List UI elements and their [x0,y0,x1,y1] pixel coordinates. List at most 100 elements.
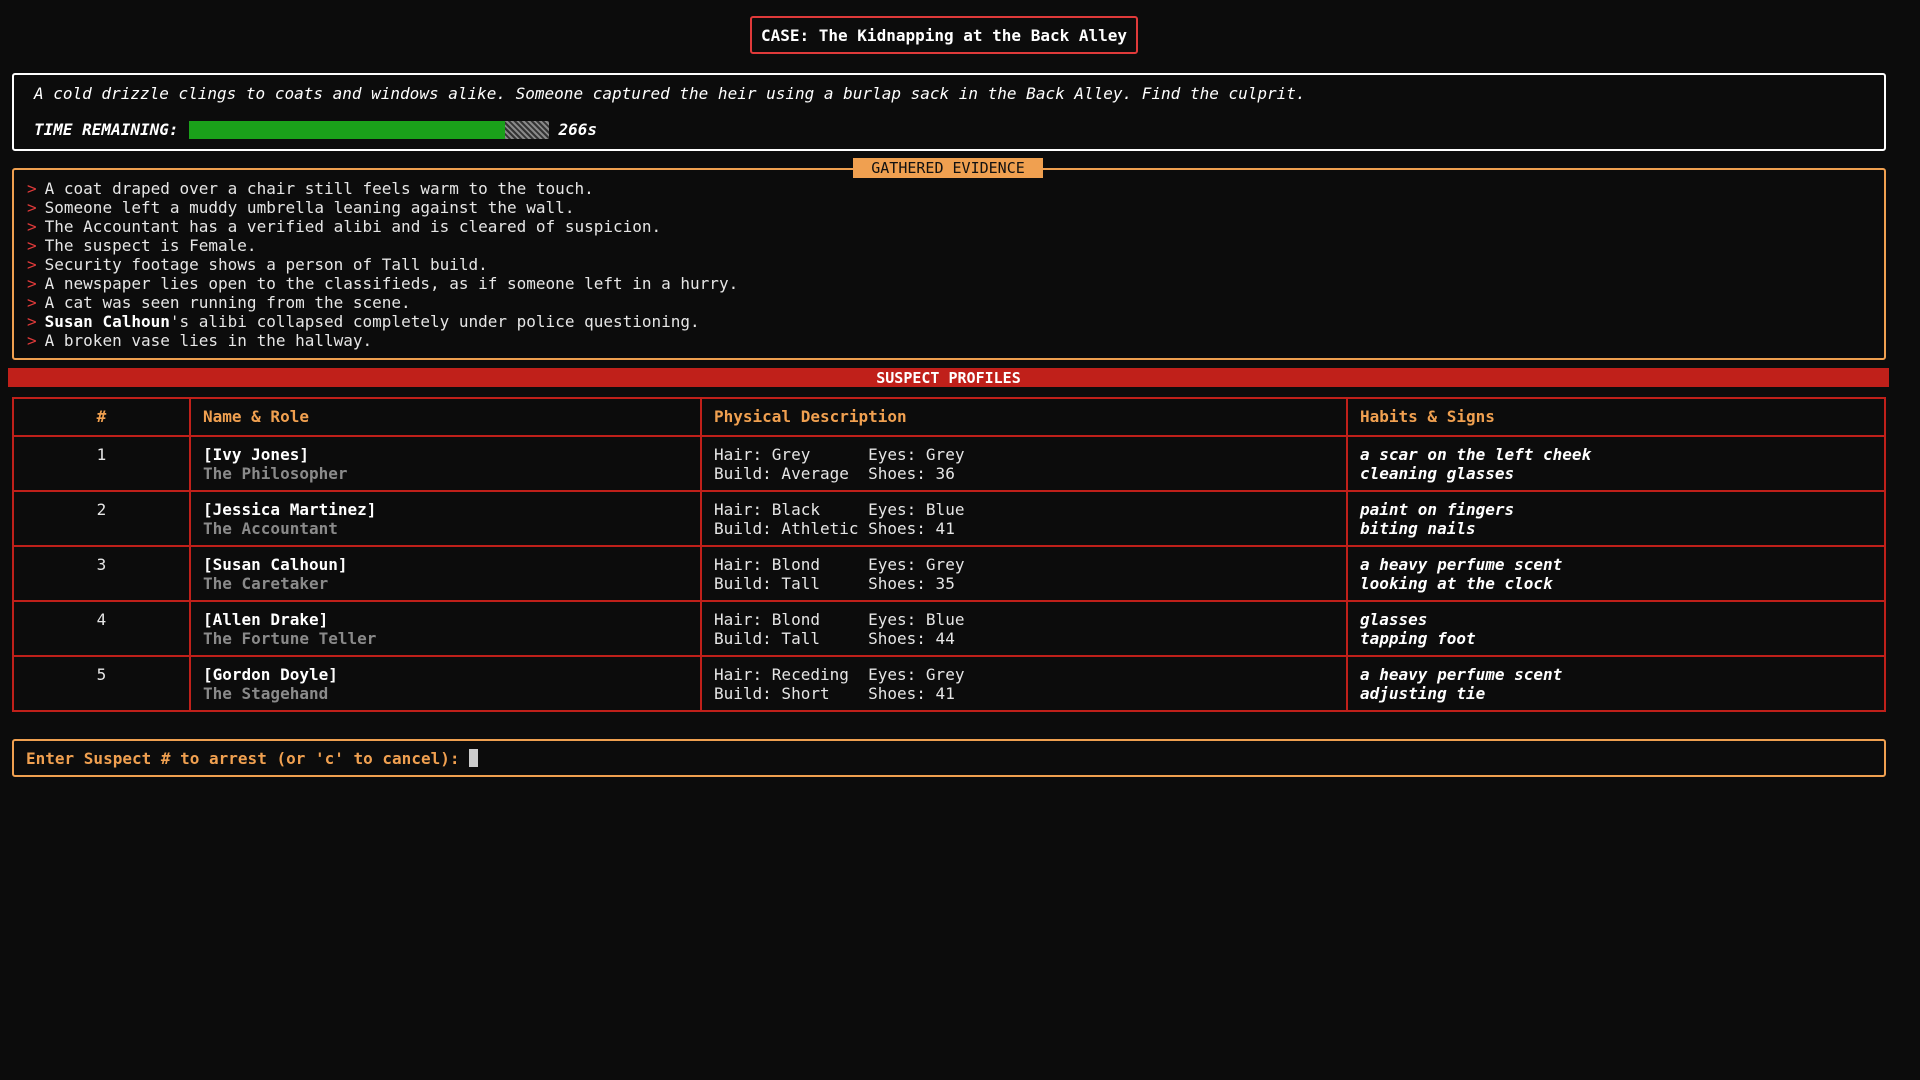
physical-line: Hair: Receding Eyes: Grey [714,665,965,684]
suspect-role: The Accountant [203,519,338,538]
physical-line: Build: Average Shoes: 36 [714,464,955,483]
table-row[interactable]: 5 [Gordon Doyle] The Stagehand Hair: Recedi… [12,655,1886,712]
suspect-habits-cell: a heavy perfume scent adjusting tie [1346,655,1886,712]
suspect-habits-cell: a scar on the left cheek cleaning glasses [1346,435,1886,492]
suspect-table: # Name & Role Physical Description Habit… [12,397,1886,712]
suspect-role: The Fortune Teller [203,629,377,648]
suspect-physical-cell: Hair: Grey Eyes: Grey Build: Average Shoe… [700,435,1348,492]
physical-line: Build: Tall Shoes: 44 [714,629,955,648]
column-header-number: # [12,397,191,437]
physical-line: Hair: Grey Eyes: Grey [714,445,965,464]
evidence-text: The suspect is Female. [44,236,257,255]
evidence-list: > A coat draped over a chair still feels … [27,179,738,350]
habit-line: adjusting tie [1360,684,1486,703]
evidence-item: > A cat was seen running from the scene. [27,293,738,312]
habit-line: a heavy perfume scent [1360,555,1563,574]
suspect-physical-cell: Hair: Blond Eyes: Grey Build: Tall Shoes:… [700,545,1348,602]
suspect-name-cell: [Allen Drake] The Fortune Teller [189,600,702,657]
evidence-text: 's alibi collapsed completely under poli… [169,312,700,331]
timer-label: TIME REMAINING: [34,120,179,139]
arrest-prompt[interactable]: Enter Suspect # to arrest (or 'c' to can… [12,739,1886,777]
evidence-item: > The suspect is Female. [27,236,738,255]
evidence-marker: > [27,274,37,293]
habit-line: paint on fingers [1360,500,1515,519]
table-row[interactable]: 4 [Allen Drake] The Fortune Teller Hair: Bl… [12,600,1886,657]
suspect-name: [Gordon Doyle] [203,665,338,684]
suspect-physical-cell: Hair: Blond Eyes: Blue Build: Tall Shoes:… [700,600,1348,657]
suspect-number: 5 [12,655,191,712]
suspect-habits-cell: glasses tapping foot [1346,600,1886,657]
suspect-role: The Caretaker [203,574,329,593]
evidence-item: > Someone left a muddy umbrella leaning a… [27,198,738,217]
table-row[interactable]: 2 [Jessica Martinez] The Accountant Hair: B… [12,490,1886,547]
suspect-name-cell: [Gordon Doyle] The Stagehand [189,655,702,712]
timer-value: 266s [558,120,598,139]
evidence-marker: > [27,312,37,331]
column-header-habits: Habits & Signs [1346,397,1886,437]
evidence-text: A newspaper lies open to the classifieds… [44,274,739,293]
suspect-number: 2 [12,490,191,547]
evidence-item: > A broken vase lies in the hallway. [27,331,738,350]
evidence-highlight: Susan Calhoun [44,312,170,331]
evidence-marker: > [27,236,37,255]
suspect-physical-cell: Hair: Black Eyes: Blue Build: Athletic Sh… [700,490,1348,547]
physical-line: Build: Short Shoes: 41 [714,684,955,703]
evidence-text: Someone left a muddy umbrella leaning ag… [44,198,575,217]
suspect-number: 4 [12,600,191,657]
suspect-name: [Allen Drake] [203,610,329,629]
suspect-name-cell: [Jessica Martinez] The Accountant [189,490,702,547]
evidence-item: > The Accountant has a verified alibi and… [27,217,738,236]
evidence-item: > A coat draped over a chair still feels … [27,179,738,198]
table-row[interactable]: 1 [Ivy Jones] The Philosopher Hair: Grey Ey… [12,435,1886,492]
evidence-text: A broken vase lies in the hallway. [44,331,373,350]
evidence-item: > Security footage shows a person of Tall… [27,255,738,274]
evidence-marker: > [27,331,37,350]
evidence-item: > Susan Calhoun's alibi collapsed complet… [27,312,738,331]
arrest-prompt-text: Enter Suspect # to arrest (or 'c' to can… [26,748,460,768]
evidence-text: A coat draped over a chair still feels w… [44,179,594,198]
evidence-marker: > [27,293,37,312]
column-header-name-role: Name & Role [189,397,702,437]
table-header-row: # Name & Role Physical Description Habit… [12,397,1886,437]
habit-line: cleaning glasses [1360,464,1515,483]
evidence-marker: > [27,255,37,274]
evidence-marker: > [27,217,37,236]
physical-line: Hair: Black Eyes: Blue [714,500,965,519]
suspect-profiles-header: SUSPECT PROFILES [8,368,1889,387]
suspect-habits-cell: paint on fingers biting nails [1346,490,1886,547]
evidence-title: GATHERED EVIDENCE [853,158,1043,178]
habit-line: biting nails [1360,519,1476,538]
evidence-item: > A newspaper lies open to the classified… [27,274,738,293]
evidence-text: The Accountant has a verified alibi and … [44,217,662,236]
text-cursor [469,749,479,767]
suspect-role: The Philosopher [203,464,348,483]
suspect-physical-cell: Hair: Receding Eyes: Grey Build: Short Sh… [700,655,1348,712]
suspect-name: [Ivy Jones] [203,445,309,464]
evidence-text: A cat was seen running from the scene. [44,293,411,312]
suspect-name: [Susan Calhoun] [203,555,348,574]
evidence-marker: > [27,198,37,217]
terminal-window: CASE: The Kidnapping at the Back Alley A… [0,0,1920,1080]
suspect-number: 1 [12,435,191,492]
evidence-marker: > [27,179,37,198]
habit-line: tapping foot [1360,629,1476,648]
timer-progress-fill [188,120,506,139]
habit-line: a scar on the left cheek [1360,445,1592,464]
evidence-text: Security footage shows a person of Tall … [44,255,488,274]
suspect-name-cell: [Susan Calhoun] The Caretaker [189,545,702,602]
timer-progress-bar [188,120,549,139]
timer-row: TIME REMAINING: 266s [34,120,597,139]
habit-line: a heavy perfume scent [1360,665,1563,684]
suspect-name: [Jessica Martinez] [203,500,377,519]
physical-line: Build: Athletic Shoes: 41 [714,519,955,538]
intro-panel: A cold drizzle clings to coats and windo… [12,73,1886,151]
table-row[interactable]: 3 [Susan Calhoun] The Caretaker Hair: Blond… [12,545,1886,602]
intro-text: A cold drizzle clings to coats and windo… [34,84,1306,103]
physical-line: Hair: Blond Eyes: Grey [714,555,965,574]
habit-line: looking at the clock [1360,574,1553,593]
habit-line: glasses [1360,610,1428,629]
suspect-habits-cell: a heavy perfume scent looking at the cloc… [1346,545,1886,602]
column-header-physical: Physical Description [700,397,1348,437]
suspect-name-cell: [Ivy Jones] The Philosopher [189,435,702,492]
physical-line: Hair: Blond Eyes: Blue [714,610,965,629]
